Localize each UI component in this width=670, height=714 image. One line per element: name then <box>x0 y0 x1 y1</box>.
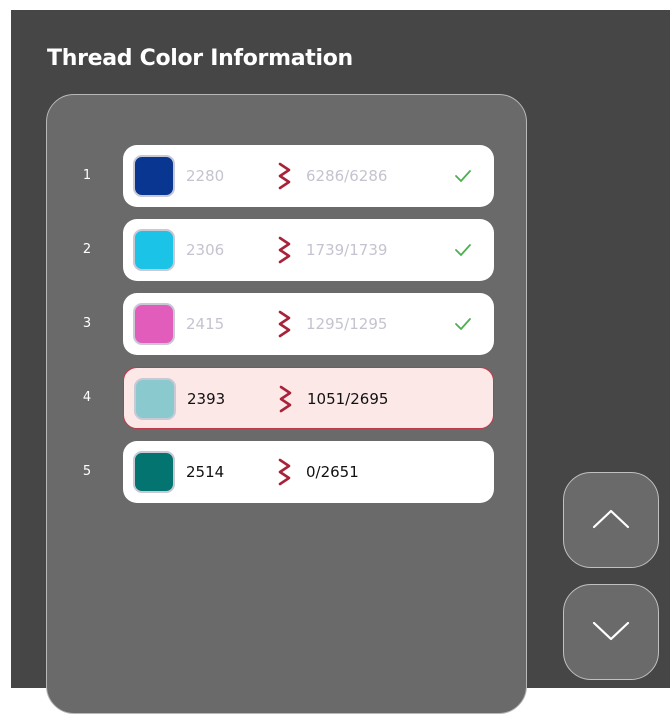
thread-card[interactable]: 2280 6286/6286 <box>123 145 494 207</box>
scroll-up-button[interactable] <box>563 472 659 568</box>
thread-row: 2 2306 1739/1739 <box>47 219 526 281</box>
thread-index: 1 <box>82 168 92 183</box>
thread-row: 1 2280 6286/6286 <box>47 145 526 207</box>
zigzag-stitch-icon <box>278 310 291 338</box>
thread-info-panel: Thread Color Information 1 2280 6286/628… <box>11 10 670 714</box>
chevron-up-icon <box>592 509 630 529</box>
thread-code: 2393 <box>187 390 226 408</box>
thread-card[interactable]: 2306 1739/1739 <box>123 219 494 281</box>
thread-index: 4 <box>82 390 92 405</box>
thread-list: 1 2280 6286/6286 2 2306 1739/1739 3 2415… <box>46 94 527 714</box>
thread-index: 2 <box>82 242 92 257</box>
thread-card[interactable]: 2415 1295/1295 <box>123 293 494 355</box>
chevron-down-icon <box>592 621 630 641</box>
thread-code: 2280 <box>186 167 225 185</box>
stitch-count: 1295/1295 <box>306 315 388 333</box>
color-swatch <box>133 155 175 197</box>
thread-card-active[interactable]: 2393 1051/2695 <box>123 367 494 429</box>
zigzag-stitch-icon <box>279 385 292 413</box>
stitch-count: 1739/1739 <box>306 241 388 259</box>
stitch-count: 1051/2695 <box>307 390 389 408</box>
zigzag-stitch-icon <box>278 162 291 190</box>
checkmark-icon <box>455 170 471 182</box>
scroll-down-button[interactable] <box>563 584 659 680</box>
thread-row: 5 2514 0/2651 <box>47 441 526 503</box>
stitch-count: 6286/6286 <box>306 167 388 185</box>
zigzag-stitch-icon <box>278 458 291 486</box>
color-swatch <box>133 229 175 271</box>
panel-title: Thread Color Information <box>47 46 353 71</box>
color-swatch <box>134 378 176 420</box>
checkmark-icon <box>455 318 471 330</box>
checkmark-icon <box>455 244 471 256</box>
color-swatch <box>133 451 175 493</box>
stitch-count: 0/2651 <box>306 463 359 481</box>
thread-row: 3 2415 1295/1295 <box>47 293 526 355</box>
thread-index: 5 <box>82 464 92 479</box>
thread-code: 2415 <box>186 315 225 333</box>
thread-row: 4 2393 1051/2695 <box>47 367 526 429</box>
color-swatch <box>133 303 175 345</box>
zigzag-stitch-icon <box>278 236 291 264</box>
thread-index: 3 <box>82 316 92 331</box>
thread-code: 2514 <box>186 463 225 481</box>
thread-card[interactable]: 2514 0/2651 <box>123 441 494 503</box>
thread-code: 2306 <box>186 241 225 259</box>
